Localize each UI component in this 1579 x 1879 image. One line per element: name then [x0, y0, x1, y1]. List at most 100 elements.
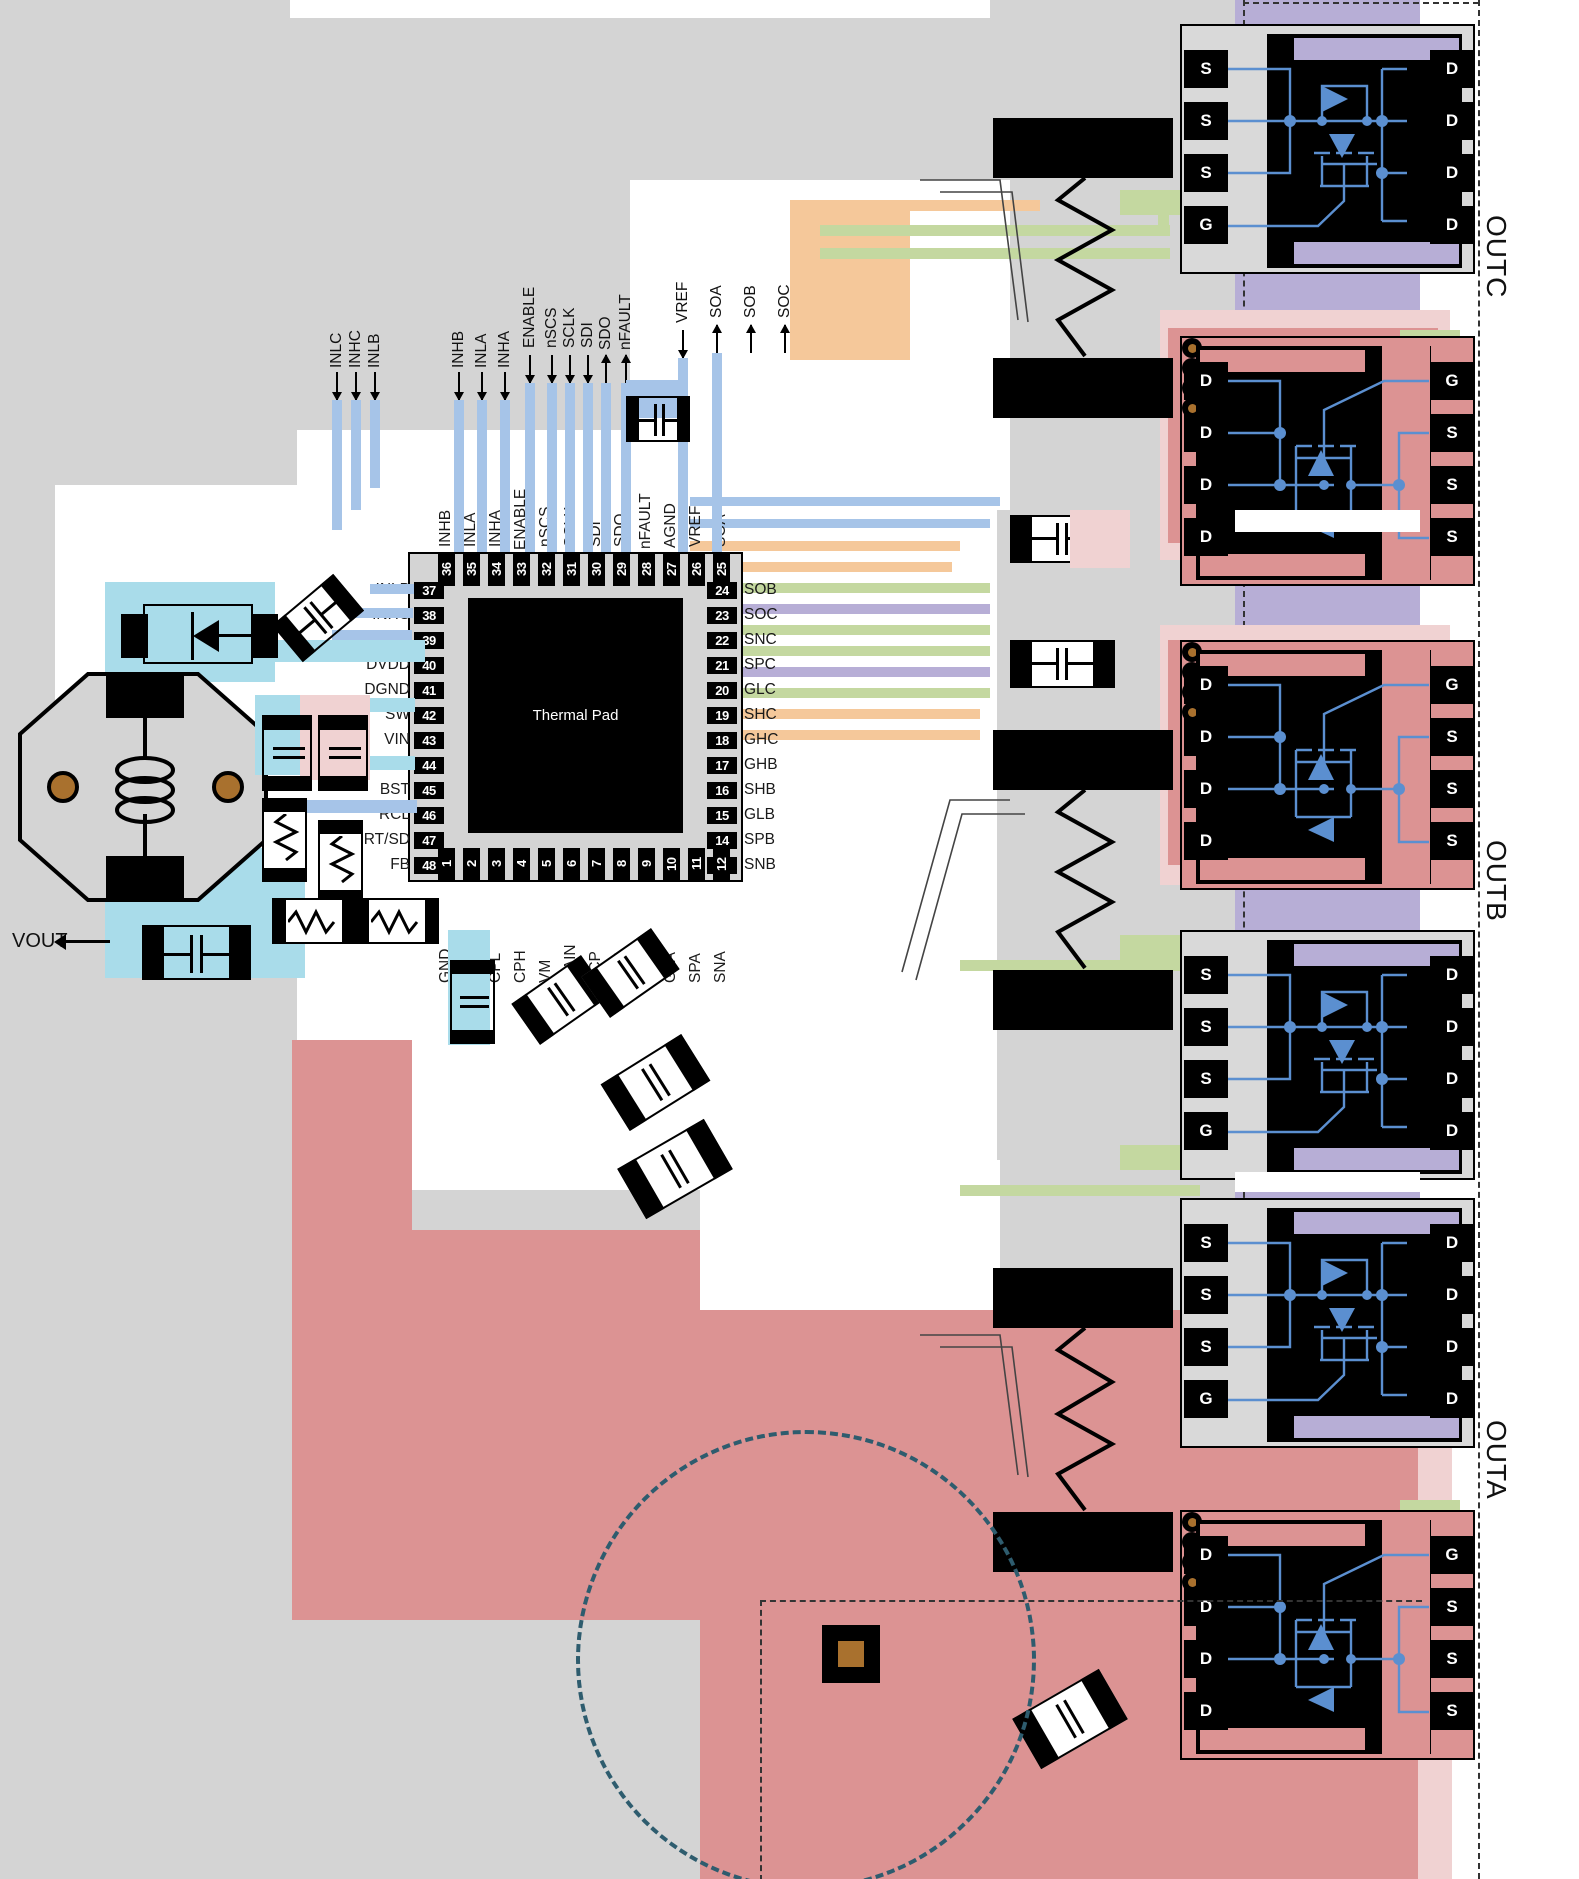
arrow-sdo-icon: [601, 354, 611, 383]
vincap-plate-2: [329, 756, 361, 759]
arrow-label-inhb: INHB: [450, 330, 467, 368]
outcap-terminal-left: [142, 925, 164, 980]
phase-label-outa: OUTA: [1481, 1420, 1512, 1500]
mosfet-outa-high-side[interactable]: S S S G D D D D: [1180, 1198, 1475, 1448]
trace-bundle-c1b: [790, 200, 910, 360]
sdcapc-lead-r: [1067, 662, 1093, 665]
pin-label-16: SHB: [744, 781, 776, 798]
pin-num-25: 25: [713, 552, 730, 586]
fb2-term-left: [355, 898, 369, 944]
pin-num-32: 32: [538, 552, 555, 586]
rcl-zigzag-icon: [328, 836, 356, 884]
outa-hs-schematic-icon: [1228, 1241, 1407, 1402]
pin-num-5: 5: [538, 848, 555, 880]
trace-sob: [690, 497, 1000, 506]
trace-nscs: [547, 383, 557, 552]
sdcapb-lead-l: [1031, 537, 1057, 540]
pcb-layout-diagram: OUTC OUTB OUTA Thermal Pad 37 38 39 40 D…: [0, 0, 1579, 1879]
arrow-nfault-icon: [621, 354, 631, 383]
pin-num-44: 44: [414, 757, 444, 774]
phase-label-outc: OUTC: [1481, 215, 1512, 299]
pin-num-2: 2: [463, 848, 480, 880]
trace-enable: [525, 383, 535, 552]
cap-lead-l: [638, 419, 655, 422]
resistor-fb1: [272, 898, 356, 944]
pin-num-1: 1: [438, 848, 455, 880]
pin-num-4: 4: [513, 848, 530, 880]
pin-num-6: 6: [563, 848, 580, 880]
inductor-footprint: [18, 672, 268, 902]
fb1-zigzag-icon: [288, 908, 336, 936]
rcl-term-top: [318, 820, 363, 834]
outcap-terminal-right: [229, 925, 251, 980]
pin-num-36: 36: [438, 552, 455, 586]
pin-num-33: 33: [513, 552, 530, 586]
pin-num-26: 26: [688, 552, 705, 586]
vcccap-term-top: [262, 715, 312, 730]
pin-label-36: INHB: [437, 509, 454, 547]
phase-split-dash-top: [1243, 2, 1479, 4]
mosfet-outc-high-side[interactable]: S S S G D D D D: [1180, 24, 1475, 274]
pin-num-47: 47: [414, 832, 444, 849]
outc-ls-pad-d4: D: [1184, 518, 1228, 556]
trace-inhb: [454, 400, 464, 552]
pin-num-22: 22: [707, 632, 737, 649]
shunt-a-pad-top: [993, 1268, 1173, 1328]
pin-num-18: 18: [707, 732, 737, 749]
trace-bundle-a1: [960, 1185, 1200, 1196]
arrow-sclk-icon: [565, 355, 575, 384]
mosfet-outb-high-side[interactable]: D D D D G S S S: [1180, 640, 1475, 890]
pin-num-14: 14: [707, 832, 737, 849]
rt-zigzag-icon: [272, 814, 300, 862]
vcccap-term-bottom: [262, 776, 312, 791]
pin-label-21: SPC: [744, 656, 776, 673]
shunt-b-zigzag-icon: [1053, 790, 1117, 970]
arrow-label-inla: INLA: [473, 333, 490, 368]
trace-inhc: [351, 400, 361, 510]
vm-bus-diag: [400, 1230, 730, 1350]
keepout-boundary-box: [760, 1600, 1422, 1879]
cap-lead-r: [664, 419, 681, 422]
pin-num-15: 15: [707, 807, 737, 824]
resistor-fb2: [355, 898, 439, 944]
pin-num-11: 11: [688, 848, 705, 880]
trace-snc: [690, 541, 960, 551]
shunt-divider-cap-c: [1010, 640, 1115, 688]
arrow-soa-icon: [712, 324, 722, 353]
arrow-label-inhc: INHC: [347, 330, 364, 368]
rt-term-top: [262, 798, 307, 812]
vglscap-plate-1: [460, 996, 489, 999]
vcc-capacitor: [262, 715, 312, 791]
vin-capacitor: [318, 715, 368, 791]
vglscap-plate-2: [460, 1005, 489, 1008]
pin-label-18: GHC: [744, 731, 779, 748]
vglscap-term-bottom: [450, 1030, 495, 1044]
sdcapc-term-left: [1010, 640, 1032, 688]
sdcapc-term-right: [1093, 640, 1115, 688]
pin-num-23: 23: [707, 607, 737, 624]
pin-label-17: GHB: [744, 756, 778, 773]
outc-ls-schematic-icon: [1228, 379, 1429, 540]
arrow-inha-icon: [500, 372, 510, 401]
diode-lead: [219, 634, 253, 637]
outa-ls-pad-d1: D: [1184, 1536, 1228, 1574]
pin-num-34: 34: [488, 552, 505, 586]
trace-inlc: [332, 400, 342, 530]
arrow-inhb-icon: [454, 372, 464, 401]
pin-num-30: 30: [588, 552, 605, 586]
kelvin-sense-traces-b: [901, 799, 1025, 981]
vglscap-term-top: [450, 960, 495, 974]
phase-split-dash-right: [1478, 0, 1480, 1879]
outc-hs-schematic-icon: [1228, 67, 1407, 228]
pin-num-46: 46: [414, 807, 444, 824]
vincap-term-top: [318, 715, 368, 730]
pin-num-38: 38: [414, 607, 444, 624]
mosfet-outb-low-side[interactable]: S S S G D D D D: [1180, 930, 1475, 1180]
arrow-inhc-icon: [351, 372, 361, 401]
trace-inla: [477, 400, 487, 552]
phase-gap-cb: [1235, 510, 1420, 532]
mosfet-outc-low-side[interactable]: D D D D G S S S: [1180, 336, 1475, 586]
pin-num-3: 3: [488, 848, 505, 880]
trace-soc: [690, 519, 990, 528]
diode-terminal-right: [251, 614, 278, 658]
